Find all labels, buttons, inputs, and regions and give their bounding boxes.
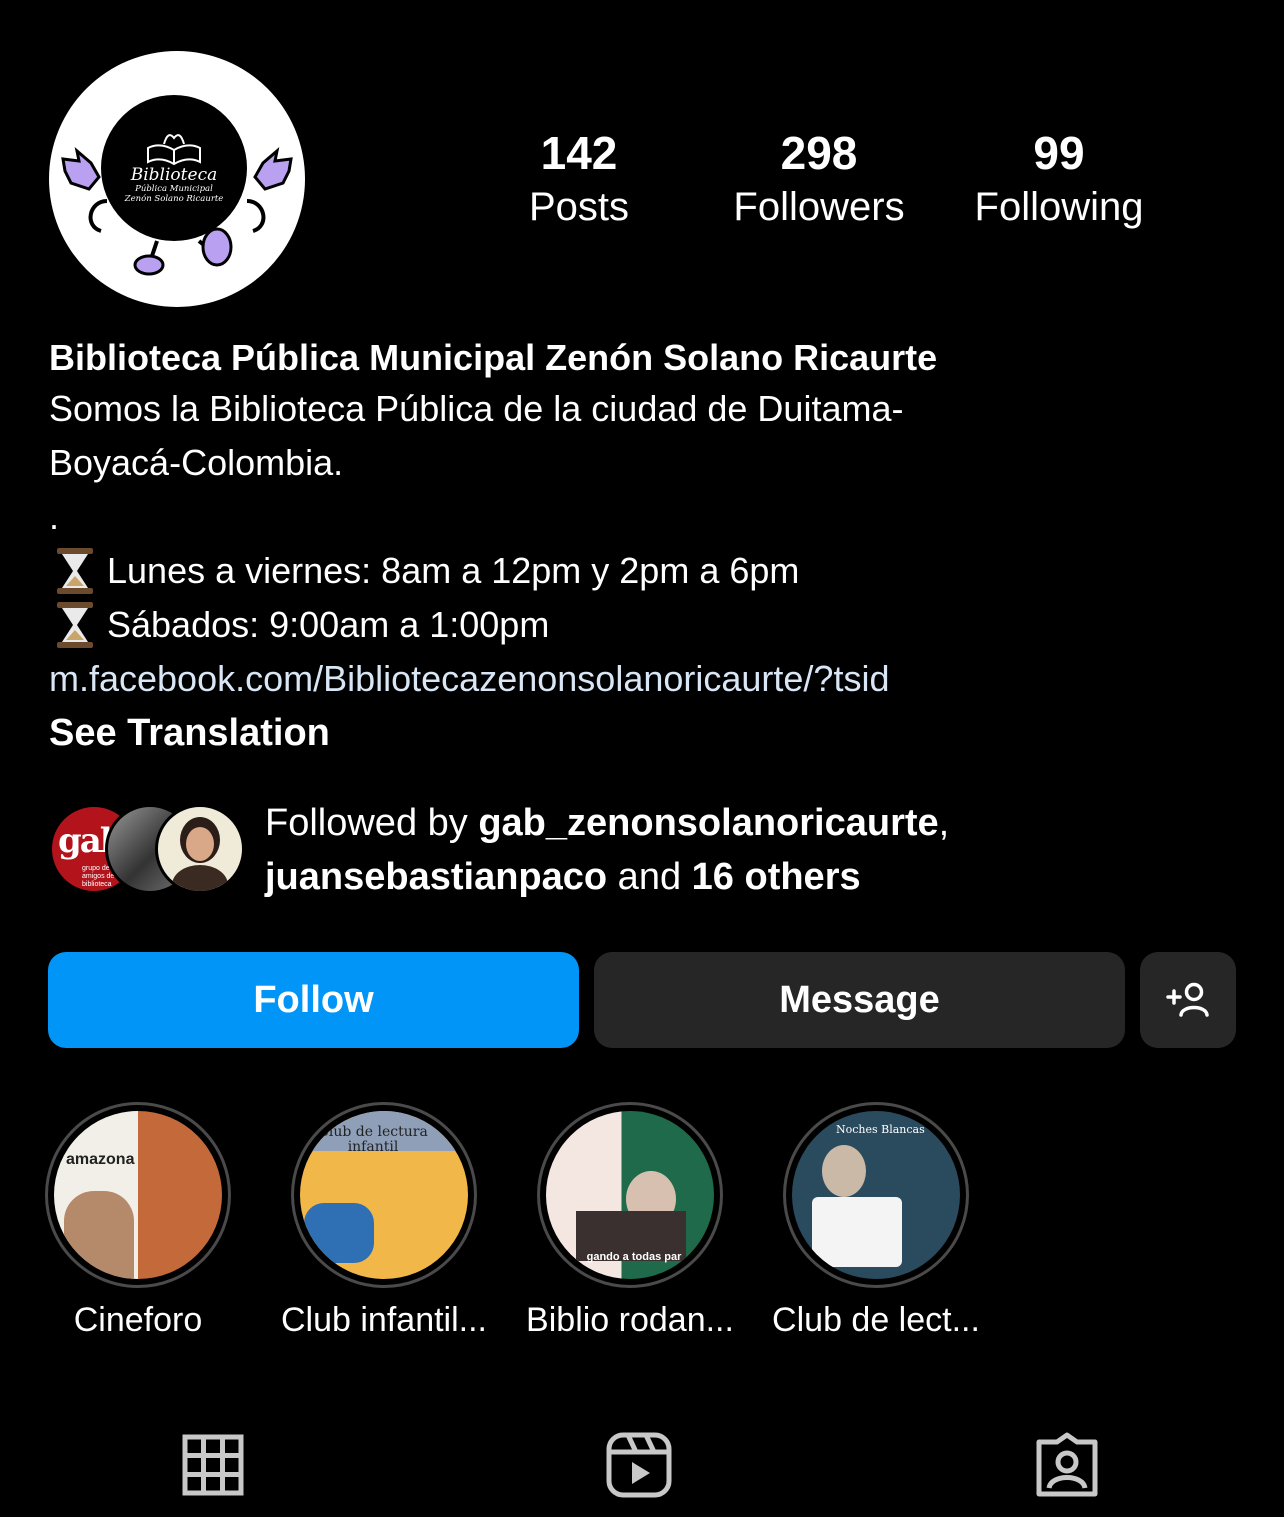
grid-icon bbox=[182, 1434, 244, 1496]
highlight-label: Biblio rodan... bbox=[526, 1301, 734, 1339]
logo-line2: Zenón Solano Ricaurte bbox=[124, 194, 224, 204]
highlight-label: Cineforo bbox=[73, 1301, 203, 1339]
logo-badge: Biblioteca Pública Municipal Zenón Solan… bbox=[101, 95, 247, 241]
tab-reels[interactable] bbox=[599, 1425, 679, 1505]
highlight-thumbnail: gando a todas par bbox=[546, 1111, 714, 1279]
hours-weekday: Lunes a viernes: 8am a 12pm y 2pm a 6pm bbox=[49, 544, 1239, 598]
highlight-club-infantil[interactable]: Club de lectura infantil Club infantil..… bbox=[264, 1102, 504, 1342]
tagged-icon bbox=[1036, 1432, 1098, 1497]
follow-button[interactable]: Follow bbox=[48, 952, 579, 1048]
bio-line-2: Boyacá-Colombia. bbox=[49, 442, 344, 483]
followers-label: Followers bbox=[733, 185, 905, 229]
follower-avatar-3 bbox=[155, 804, 245, 894]
stat-followers[interactable]: 298 Followers bbox=[699, 126, 939, 234]
stat-posts[interactable]: 142 Posts bbox=[459, 126, 699, 234]
hours-weekday-text: Lunes a viernes: 8am a 12pm y 2pm a 6pm bbox=[107, 550, 800, 591]
bio-dot: . bbox=[49, 496, 60, 537]
highlight-thumb-text: gando a todas par bbox=[586, 1251, 682, 1263]
highlight-ring: Noches Blancas bbox=[783, 1102, 969, 1288]
reels-icon bbox=[606, 1432, 672, 1498]
following-label: Following bbox=[974, 185, 1144, 229]
add-person-icon bbox=[1166, 982, 1209, 1017]
tab-tagged[interactable] bbox=[1027, 1425, 1107, 1505]
followed-mid: and bbox=[607, 856, 692, 898]
book-icon bbox=[147, 134, 201, 166]
followed-sep: , bbox=[938, 802, 950, 844]
following-count: 99 bbox=[1033, 127, 1085, 179]
highlight-biblio-rodante[interactable]: gando a todas par Biblio rodan... bbox=[510, 1102, 750, 1342]
stat-following[interactable]: 99 Following bbox=[939, 126, 1179, 234]
highlight-thumb-text: Club de lectura infantil bbox=[318, 1124, 428, 1155]
hourglass-icon bbox=[57, 548, 93, 594]
tab-posts-grid[interactable] bbox=[173, 1425, 253, 1505]
message-button[interactable]: Message bbox=[594, 952, 1125, 1048]
posts-label: Posts bbox=[528, 185, 630, 229]
highlight-ring: amazona bbox=[45, 1102, 231, 1288]
logo-line1: Pública Municipal bbox=[135, 184, 213, 194]
followed-by-text: Followed by gab_zenonsolanoricaurte, jua… bbox=[265, 796, 949, 904]
see-translation-button[interactable]: See Translation bbox=[49, 706, 1239, 760]
bio-line-1: Somos la Biblioteca Pública de la ciudad… bbox=[49, 388, 904, 429]
highlight-ring: Club de lectura infantil bbox=[291, 1102, 477, 1288]
profile-avatar[interactable]: Biblioteca Pública Municipal Zenón Solan… bbox=[49, 51, 305, 307]
logo-title: Biblioteca bbox=[130, 165, 218, 185]
profile-name: Biblioteca Pública Municipal Zenón Solan… bbox=[49, 337, 938, 378]
hourglass-icon bbox=[57, 602, 93, 648]
follower-link-2[interactable]: juansebastianpaco bbox=[265, 856, 607, 898]
highlight-label: Club de lect... bbox=[772, 1301, 980, 1339]
posts-count: 142 bbox=[540, 127, 618, 179]
profile-link[interactable]: m.facebook.com/Bibliotecazenonsolanorica… bbox=[49, 652, 1239, 706]
highlight-thumb-text: Noches Blancas bbox=[836, 1123, 925, 1136]
followers-count: 298 bbox=[780, 127, 858, 179]
highlight-thumb-text: amazona bbox=[66, 1151, 135, 1168]
highlight-thumbnail: amazona bbox=[54, 1111, 222, 1279]
followed-by[interactable]: galb grupo de amigos de la biblioteca Fo… bbox=[49, 796, 1249, 906]
profile-tabs bbox=[0, 1425, 1284, 1505]
highlight-thumbnail: Noches Blancas bbox=[792, 1111, 960, 1279]
highlight-label: Club infantil... bbox=[281, 1301, 487, 1339]
highlight-thumbnail: Club de lectura infantil bbox=[300, 1111, 468, 1279]
highlight-club-lectura[interactable]: Noches Blancas Club de lect... bbox=[756, 1102, 996, 1342]
suggest-users-button[interactable] bbox=[1140, 952, 1236, 1048]
follower-link-1[interactable]: gab_zenonsolanoricaurte bbox=[478, 802, 938, 844]
profile-bio: Biblioteca Pública Municipal Zenón Solan… bbox=[49, 334, 1239, 760]
highlight-cineforo[interactable]: amazona Cineforo bbox=[18, 1102, 258, 1342]
hours-saturday: Sábados: 9:00am a 1:00pm bbox=[49, 598, 1239, 652]
hours-saturday-text: Sábados: 9:00am a 1:00pm bbox=[107, 604, 550, 645]
followers-others-link[interactable]: 16 others bbox=[692, 856, 861, 898]
followed-prefix: Followed by bbox=[265, 802, 479, 844]
highlight-ring: gando a todas par bbox=[537, 1102, 723, 1288]
